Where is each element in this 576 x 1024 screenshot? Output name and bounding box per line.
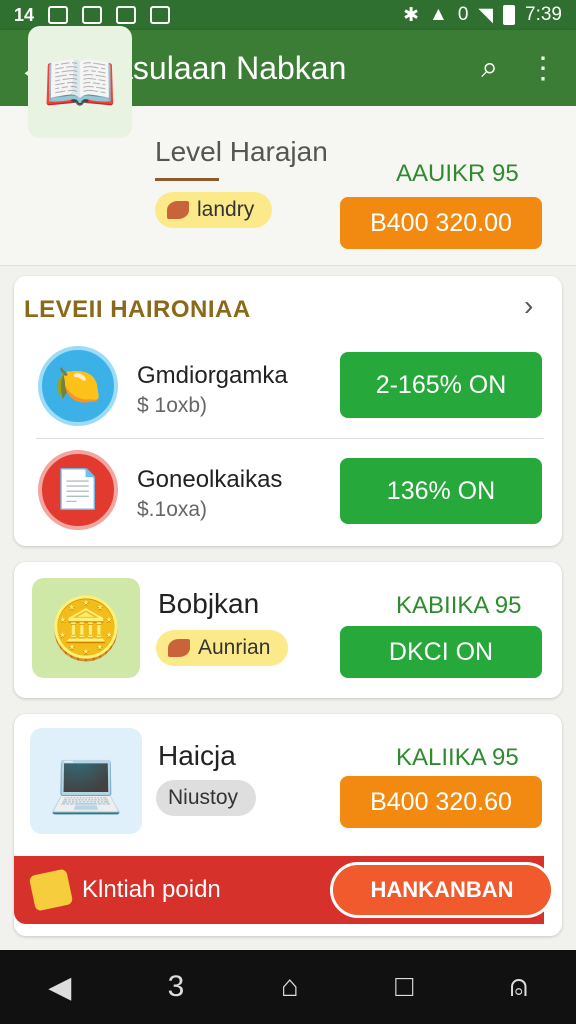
status-left-icons: 14 (14, 5, 171, 25)
card-title: Bobjkan (158, 588, 260, 619)
chevron-right-icon[interactable]: › (524, 290, 533, 322)
home-icon[interactable]: ⌂ (281, 970, 299, 1004)
card-code: KALIIKA 95 (396, 744, 519, 771)
category-chip[interactable]: Niustoy (156, 780, 257, 816)
reading-person-illustration: 📖 (28, 26, 132, 138)
notification-image-icon (150, 6, 171, 24)
gift-icon (28, 868, 74, 912)
discount-button[interactable]: 2-165% ON (340, 352, 542, 418)
level-title: Level Harajan (155, 136, 328, 167)
notification-download-icon (116, 6, 137, 24)
document-icon: 📄 (38, 450, 118, 530)
signal-icon: ▲ (429, 4, 448, 25)
recents-3-icon[interactable]: 3 (168, 970, 185, 1004)
card-title: Haicja (158, 740, 236, 771)
item-price: $ 1oxb) (137, 394, 208, 417)
wifi-icon: ◥ (478, 4, 494, 26)
item-name: Goneolkaikas (137, 466, 283, 493)
battery-icon (503, 5, 516, 25)
notification-glyph-icon (48, 6, 69, 24)
account-icon[interactable]: ⍝ (510, 970, 528, 1004)
laptop-person-illustration: 💻 (30, 728, 142, 834)
overview-square-icon[interactable]: □ (395, 970, 413, 1004)
level-code: AAUIKR 95 (396, 160, 519, 187)
divider (36, 438, 544, 439)
lemon-icon: 🍋 (38, 346, 118, 426)
chip-label: Niustoy (168, 786, 239, 809)
item-name: Gmdiorgamka (137, 362, 288, 389)
bluetooth-icon: ✱ (403, 4, 419, 26)
banner-cta-button[interactable]: HANKANBAN (330, 862, 554, 918)
notification-photo-icon (82, 6, 103, 24)
price-button[interactable]: B400 320.60 (340, 776, 542, 828)
back-triangle-icon[interactable]: ◀ (48, 970, 71, 1005)
page-title: Casulaan Nabkan (92, 49, 347, 86)
chip-label: Aunrian (198, 636, 271, 659)
clock: 7:39 (525, 4, 562, 25)
title-underline (155, 178, 219, 181)
leaf-icon (168, 639, 190, 657)
status-right-icons: ✱ ▲ 0 ◥ 7:39 (403, 4, 562, 27)
discount-button[interactable]: 136% ON (340, 458, 542, 524)
card-code: KABIIKA 95 (396, 592, 522, 619)
banner-text: Klntiah poidn (82, 876, 221, 903)
promo-banner: Klntiah poidn HANKANBAN (14, 856, 554, 924)
more-vertical-icon[interactable]: ⋮ (528, 51, 558, 86)
category-chip[interactable]: landry (155, 192, 273, 228)
coins-illustration: 🪙 (32, 578, 140, 678)
leaf-icon (167, 201, 189, 219)
notification-14-icon: 14 (14, 5, 35, 25)
system-nav-bar: ◀ 3 ⌂ □ ⍝ (0, 950, 576, 1024)
section-header: LEVEII HAIRONIAA (24, 296, 251, 323)
category-chip[interactable]: Aunrian (156, 630, 289, 666)
price-button[interactable]: B400 320.00 (340, 197, 542, 249)
item-price: $.1oxa) (137, 498, 208, 521)
action-button[interactable]: DKCI ON (340, 626, 542, 678)
signal-text: 0 (457, 4, 469, 25)
search-icon[interactable]: ⌕ (481, 51, 498, 85)
chip-label: landry (197, 198, 255, 221)
